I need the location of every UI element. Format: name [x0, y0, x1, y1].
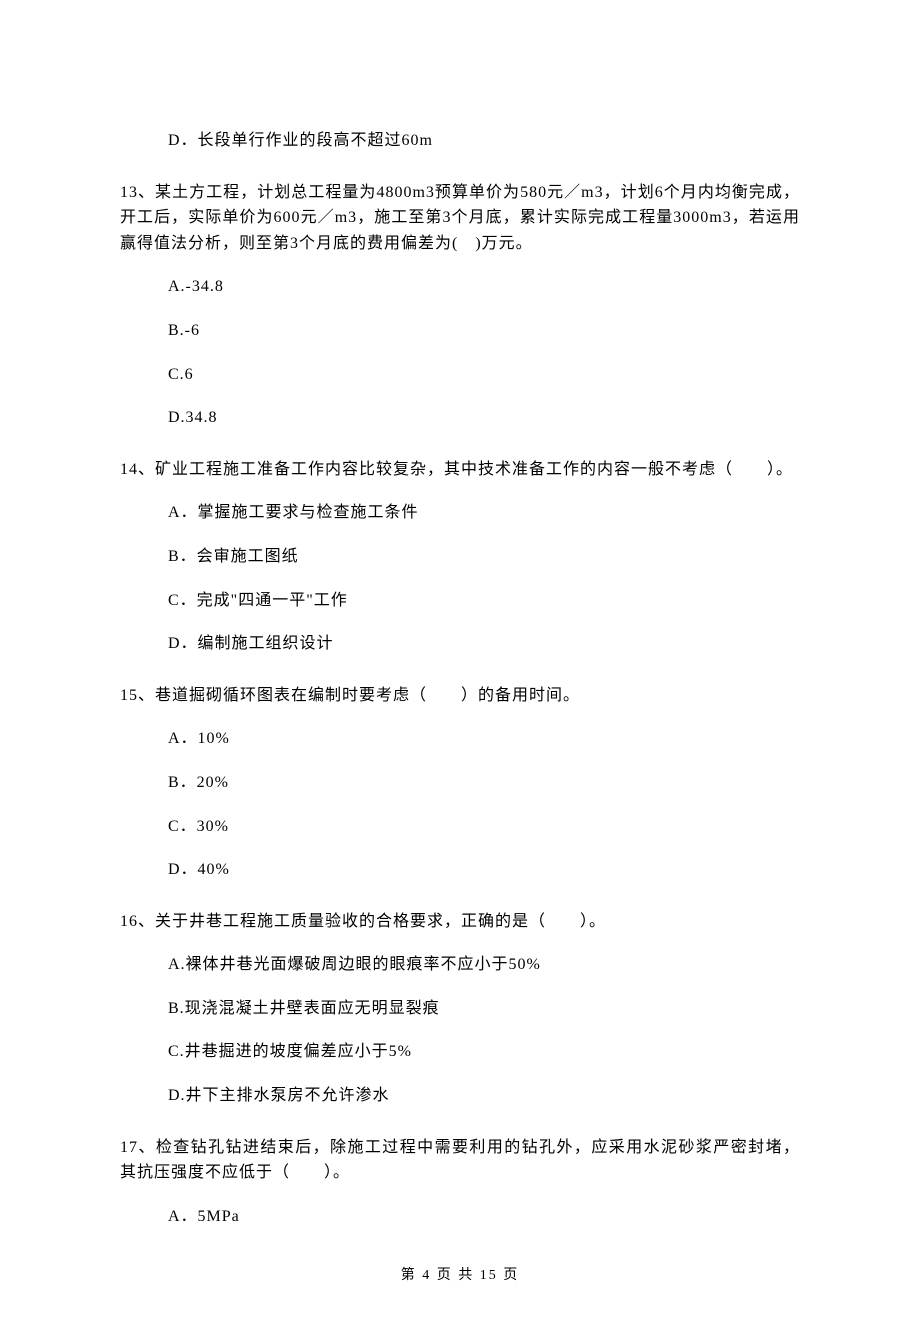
q13-option-c: C.6: [120, 362, 800, 388]
q14-option-d: D．编制施工组织设计: [120, 631, 800, 657]
q14-option-b: B．会审施工图纸: [120, 544, 800, 570]
q14-stem: 14、矿业工程施工准备工作内容比较复杂，其中技术准备工作的内容一般不考虑（ ）。: [120, 457, 800, 483]
q14-option-c: C．完成"四通一平"工作: [120, 588, 800, 614]
q17-stem: 17、检查钻孔钻进结束后，除施工过程中需要利用的钻孔外，应采用水泥砂浆严密封堵，…: [120, 1135, 800, 1186]
q17-option-a: A．5MPa: [120, 1204, 800, 1230]
q16-option-d: D.井下主排水泵房不允许渗水: [120, 1083, 800, 1109]
document-page: D．长段单行作业的段高不超过60m 13、某土方工程，计划总工程量为4800m3…: [0, 0, 920, 1328]
q15-option-b: B．20%: [120, 770, 800, 796]
page-footer: 第 4 页 共 15 页: [120, 1265, 800, 1287]
q15-option-c: C．30%: [120, 814, 800, 840]
q14-option-a: A．掌握施工要求与检查施工条件: [120, 500, 800, 526]
q13-option-d: D.34.8: [120, 405, 800, 431]
q13-stem: 13、某土方工程，计划总工程量为4800m3预算单价为580元／m3，计划6个月…: [120, 180, 800, 257]
q16-stem: 16、关于井巷工程施工质量验收的合格要求，正确的是（ ）。: [120, 909, 800, 935]
q15-option-d: D．40%: [120, 857, 800, 883]
q12-option-d: D．长段单行作业的段高不超过60m: [120, 128, 800, 154]
q13-option-a: A.-34.8: [120, 274, 800, 300]
q16-option-a: A.裸体井巷光面爆破周边眼的眼痕率不应小于50%: [120, 952, 800, 978]
q13-option-b: B.-6: [120, 318, 800, 344]
q16-option-b: B.现浇混凝土井壁表面应无明显裂痕: [120, 996, 800, 1022]
q15-stem: 15、巷道掘砌循环图表在编制时要考虑（ ）的备用时间。: [120, 683, 800, 709]
q16-option-c: C.井巷掘进的坡度偏差应小于5%: [120, 1039, 800, 1065]
q15-option-a: A．10%: [120, 726, 800, 752]
